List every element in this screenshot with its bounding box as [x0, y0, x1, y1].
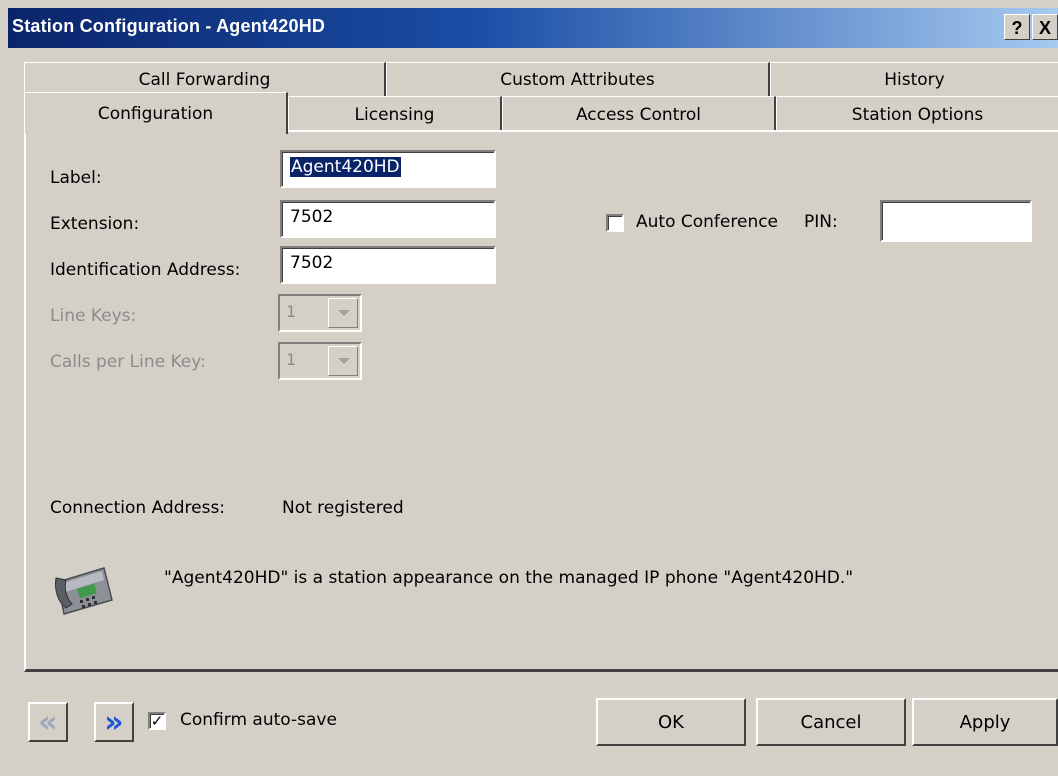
close-button[interactable]: X: [1032, 14, 1058, 40]
pin-label: PIN:: [804, 212, 838, 232]
apply-button[interactable]: Apply: [912, 698, 1058, 746]
double-chevron-left-icon: «: [38, 704, 58, 740]
tab-label: Configuration: [97, 103, 214, 124]
confirm-autosave-checkbox[interactable]: ✓: [148, 712, 166, 730]
calls-per-line-key-label: Calls per Line Key:: [50, 352, 206, 372]
label-input[interactable]: Agent420HD: [280, 150, 496, 188]
label-input-value: Agent420HD: [290, 157, 401, 177]
tab-row-front: Configuration Licensing Access Control S…: [24, 92, 1058, 134]
pin-input[interactable]: [880, 200, 1032, 242]
next-button[interactable]: »: [94, 702, 134, 742]
help-button[interactable]: ?: [1004, 14, 1030, 40]
tab-label: Station Options: [851, 104, 984, 125]
line-keys-label: Line Keys:: [50, 306, 137, 326]
auto-conference-checkbox[interactable]: [606, 214, 624, 232]
tab-label: Call Forwarding: [138, 69, 271, 90]
line-keys-select[interactable]: 1: [278, 294, 362, 332]
extension-input[interactable]: 7502: [280, 200, 496, 238]
tab-row-back: Call Forwarding Custom Attributes Histor…: [24, 62, 1058, 96]
cancel-button[interactable]: Cancel: [756, 698, 906, 746]
tab-licensing[interactable]: Licensing: [288, 96, 502, 132]
window-title: Station Configuration - Agent420HD: [12, 16, 326, 36]
tab-access-control[interactable]: Access Control: [502, 96, 776, 132]
extension-field-label: Extension:: [50, 214, 140, 234]
double-chevron-right-icon: »: [104, 704, 124, 740]
tab-label: Access Control: [575, 104, 702, 125]
previous-button[interactable]: «: [28, 702, 68, 742]
tab-custom-attributes[interactable]: Custom Attributes: [386, 62, 770, 96]
tab-call-forwarding[interactable]: Call Forwarding: [24, 62, 386, 96]
checkmark-icon: ✓: [150, 712, 164, 730]
identification-address-input[interactable]: 7502: [280, 246, 496, 284]
connection-address-value: Not registered: [282, 498, 404, 518]
chevron-down-icon[interactable]: [328, 298, 358, 328]
title-bar: Station Configuration - Agent420HD ? X: [8, 8, 1058, 48]
station-info-message: "Agent420HD" is a station appearance on …: [164, 568, 854, 588]
tab-label: Custom Attributes: [500, 69, 655, 90]
calls-per-line-key-select[interactable]: 1: [278, 342, 362, 380]
identification-address-label: Identification Address:: [50, 260, 241, 280]
auto-conference-label: Auto Conference: [636, 212, 779, 232]
tab-configuration[interactable]: Configuration: [24, 92, 288, 134]
tab-label: Licensing: [354, 104, 435, 125]
station-configuration-dialog: Station Configuration - Agent420HD ? X C…: [0, 0, 1058, 776]
connection-address-label: Connection Address:: [50, 498, 226, 518]
confirm-autosave-label: Confirm auto-save: [180, 710, 337, 730]
chevron-down-icon[interactable]: [328, 346, 358, 376]
calls-per-line-key-value: 1: [286, 350, 297, 369]
tab-station-options[interactable]: Station Options: [776, 96, 1058, 132]
tab-history[interactable]: History: [770, 62, 1058, 96]
tab-label: History: [884, 69, 945, 90]
ip-phone-icon: [50, 560, 118, 616]
label-field-label: Label:: [50, 168, 102, 188]
ok-button[interactable]: OK: [596, 698, 746, 746]
line-keys-value: 1: [286, 302, 297, 321]
